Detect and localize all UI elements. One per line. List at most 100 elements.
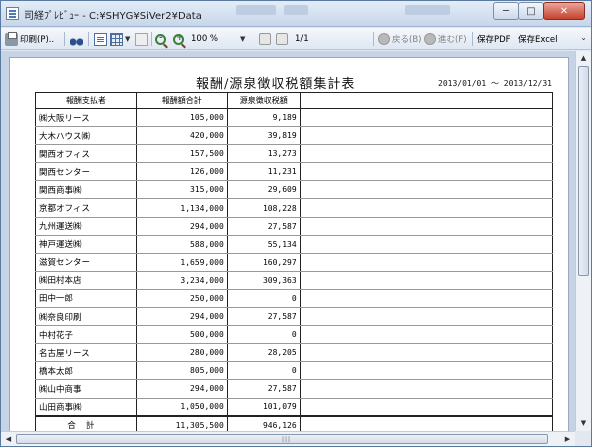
table-row: 田中一郎 250,000 0 xyxy=(35,289,554,309)
vertical-scrollbar[interactable]: ▲ ▼ xyxy=(575,51,591,431)
table-row: 関西センター 126,000 11,231 xyxy=(35,162,554,182)
cell-amount: 250,000 xyxy=(135,289,228,309)
cell-payer: 関西センター xyxy=(35,162,137,182)
cell-blank xyxy=(299,307,554,327)
cell-amount: 294,000 xyxy=(135,217,228,236)
preview-window: 司経ﾌﾟﾚﾋﾞｭｰ - C:¥SHYG¥SiVer2¥Data ─ □ ✕ 印刷… xyxy=(0,0,592,447)
column-header-amount: 報酬額合計 xyxy=(135,92,228,109)
binoculars-icon xyxy=(70,32,83,46)
back-icon xyxy=(378,33,390,45)
cell-tax: 108,228 xyxy=(226,198,301,218)
print-button[interactable]: 印刷(P).. xyxy=(5,31,54,47)
cell-amount: 280,000 xyxy=(135,343,228,363)
horizontal-scroll-thumb[interactable]: ||| xyxy=(16,434,548,444)
table-row: 名古屋リース 280,000 28,205 xyxy=(35,343,554,363)
app-icon xyxy=(6,7,19,20)
save-excel-button[interactable]: 保存Excel xyxy=(518,31,558,47)
cell-payer: 関西オフィス xyxy=(35,144,137,164)
cell-amount: 588,000 xyxy=(135,235,228,254)
save-excel-label: 保存Excel xyxy=(518,35,558,45)
table-row: ㈱奈良印刷 294,000 27,587 xyxy=(35,307,554,327)
cell-tax: 160,297 xyxy=(226,253,301,272)
table-row: ㈱田村本店 3,234,000 309,363 xyxy=(35,271,554,290)
scroll-right-icon[interactable]: ▶ xyxy=(562,434,573,445)
zoom-select[interactable]: 100 % ▼ xyxy=(191,31,253,47)
cell-amount: 1,134,000 xyxy=(135,198,228,218)
table-row: 山田商事㈱ 1,050,000 101,079 xyxy=(35,398,554,417)
page-layout-button[interactable]: ▼ xyxy=(110,31,130,47)
zoom-out-button[interactable] xyxy=(155,31,168,47)
cell-blank xyxy=(299,289,554,309)
multi-page-icon xyxy=(135,32,148,46)
cell-blank xyxy=(299,162,554,182)
cell-tax: 11,231 xyxy=(226,162,301,182)
cell-tax: 0 xyxy=(226,325,301,345)
back-button[interactable]: 戻る(B) xyxy=(378,31,421,47)
chevron-down-icon: ▼ xyxy=(125,35,131,43)
table-row: 橋本太郎 805,000 0 xyxy=(35,361,554,381)
cell-payer: 京都オフィス xyxy=(35,198,137,218)
zoom-value: 100 % xyxy=(191,34,219,44)
cell-blank xyxy=(299,325,554,345)
next-page-button[interactable] xyxy=(276,31,290,47)
total-amount: 11,305,500 xyxy=(135,415,228,431)
cell-payer: ㈱田村本店 xyxy=(35,271,137,290)
cell-tax: 39,819 xyxy=(226,126,301,146)
table-row: 大木ハウス㈱ 420,000 39,819 xyxy=(35,126,554,146)
background-tab xyxy=(284,5,308,15)
report-page: 報酬/源泉徴収税額集計表 2013/01/01 ～ 2013/12/31 報酬支… xyxy=(9,57,569,431)
single-page-button[interactable] xyxy=(94,31,109,47)
save-pdf-button[interactable]: 保存PDF xyxy=(477,31,511,47)
zoom-in-button[interactable] xyxy=(173,31,186,47)
cell-blank xyxy=(299,253,554,272)
cell-blank xyxy=(299,415,554,431)
column-header-tax: 源泉徴収税額 xyxy=(226,92,301,109)
toolbar-overflow-icon[interactable]: ⌄ xyxy=(580,33,587,42)
toolbar-separator xyxy=(472,32,473,46)
vertical-scroll-thumb[interactable] xyxy=(578,66,589,276)
print-label: 印刷(P).. xyxy=(20,35,55,45)
column-header-payer: 報酬支払者 xyxy=(35,92,137,109)
scroll-down-icon[interactable]: ▼ xyxy=(578,418,589,429)
cell-blank xyxy=(299,198,554,218)
previous-page-button[interactable] xyxy=(259,31,273,47)
table-header-row: 報酬支払者 報酬額合計 源泉徴収税額 xyxy=(35,92,554,109)
close-button[interactable]: ✕ xyxy=(543,2,585,20)
cell-blank xyxy=(299,144,554,164)
forward-button[interactable]: 進む(F) xyxy=(424,31,467,47)
preview-area[interactable]: 報酬/源泉徴収税額集計表 2013/01/01 ～ 2013/12/31 報酬支… xyxy=(1,51,575,431)
cell-payer: 山田商事㈱ xyxy=(35,398,137,417)
scroll-grip-icon: ||| xyxy=(282,436,292,443)
title-bar: 司経ﾌﾟﾚﾋﾞｭｰ - C:¥SHYG¥SiVer2¥Data ─ □ ✕ xyxy=(1,1,591,27)
cell-amount: 1,050,000 xyxy=(135,398,228,417)
cell-blank xyxy=(299,398,554,417)
minimize-button[interactable]: ─ xyxy=(493,2,519,20)
table-row: 九州運送㈱ 294,000 27,587 xyxy=(35,217,554,236)
toolbar-separator xyxy=(151,32,152,46)
table-row: 関西商事㈱ 315,000 29,609 xyxy=(35,180,554,200)
close-icon: ✕ xyxy=(559,5,569,17)
page-grid-icon xyxy=(110,32,123,46)
cell-payer: 九州運送㈱ xyxy=(35,217,137,236)
horizontal-scrollbar[interactable]: ◀ ||| ▶ xyxy=(1,431,575,446)
find-button[interactable] xyxy=(70,31,85,47)
scroll-left-icon[interactable]: ◀ xyxy=(3,434,14,445)
cell-payer: 中村花子 xyxy=(35,325,137,345)
cell-tax: 55,134 xyxy=(226,235,301,254)
back-label: 戻る(B) xyxy=(392,35,422,45)
cell-amount: 805,000 xyxy=(135,361,228,381)
scrollbar-corner xyxy=(575,431,591,446)
chevron-down-icon: ▼ xyxy=(240,35,246,43)
maximize-icon: □ xyxy=(526,5,536,17)
maximize-button[interactable]: □ xyxy=(518,2,544,20)
scroll-up-icon[interactable]: ▲ xyxy=(578,53,589,64)
total-label: 合計 xyxy=(35,415,137,431)
cell-payer: ㈱山中商事 xyxy=(35,379,137,399)
cell-amount: 294,000 xyxy=(135,307,228,327)
cell-tax: 13,273 xyxy=(226,144,301,164)
table-row: 神戸運送㈱ 588,000 55,134 xyxy=(35,235,554,254)
background-tab xyxy=(405,5,450,15)
multi-page-button[interactable] xyxy=(135,31,150,47)
table-total-row: 合計 11,305,500 946,126 xyxy=(35,415,554,431)
cell-tax: 28,205 xyxy=(226,343,301,363)
